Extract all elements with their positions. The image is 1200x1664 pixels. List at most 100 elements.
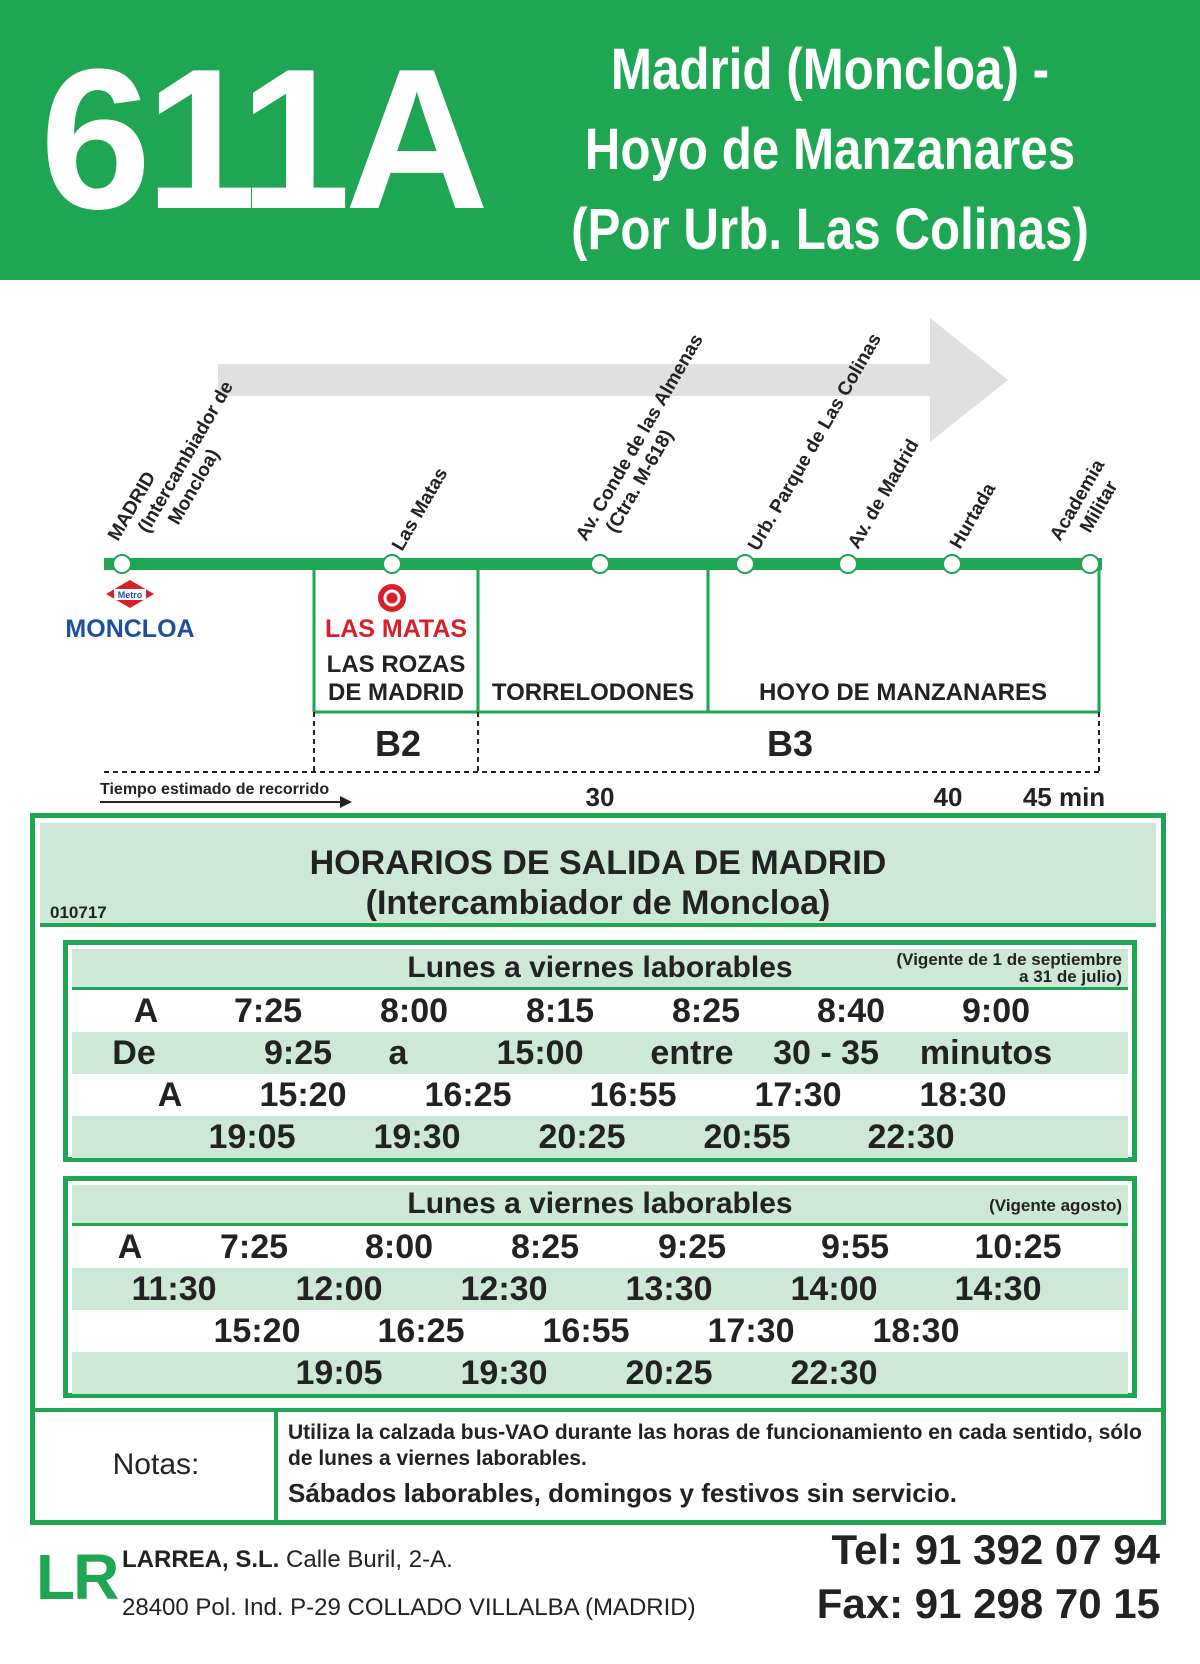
table-row: De 9:25 a 15:00 entre 30 - 35 minutos (72, 1032, 1128, 1074)
departure-time: 18:30 (872, 1312, 960, 1350)
route-diagram: MADRID (Intercambiador de Moncloa) Las M… (65, 318, 1131, 810)
time-40: 40 (934, 782, 963, 810)
validity-line-2: a 31 de julio) (1019, 967, 1122, 986)
route-title: Madrid (Moncloa) - Hoyo de Manzanares (P… (567, 30, 1094, 270)
route-number: 611A (40, 28, 489, 251)
fare-zone-b2: B2 (375, 723, 421, 764)
stop-label-conde-almenas: Av. Conde de las Almenas (Ctra. M-618) (572, 326, 729, 555)
moncloa-label: MONCLOA (65, 615, 194, 643)
schedule-title-line-1: HORARIOS DE SALIDA DE MADRID (309, 844, 887, 882)
frequency-text: minutos (919, 1034, 1053, 1072)
departure-time: 17:30 (707, 1312, 795, 1350)
row-prefix: De (112, 1034, 156, 1072)
departure-time: 20:55 (703, 1118, 791, 1156)
company-street: Calle Buril, 2-A. (286, 1546, 453, 1573)
fare-zone-b3: B3 (767, 723, 813, 764)
stop-dot-parque-colinas (735, 554, 755, 574)
cercanias-icon (378, 584, 406, 612)
table-row: 19:05 19:30 20:25 22:30 (72, 1352, 1128, 1394)
departure-time: 17:30 (754, 1076, 842, 1114)
table-row: 11:30 12:00 12:30 13:30 14:00 14:30 (72, 1268, 1128, 1310)
table-row: A 7:25 8:00 8:25 9:25 9:55 10:25 (72, 1226, 1128, 1268)
departure-time: 8:15 (525, 992, 595, 1030)
departure-time: 9:25 (657, 1228, 727, 1266)
departure-time: 22:30 (867, 1118, 955, 1156)
time-30: 30 (586, 782, 615, 810)
departure-time: 16:55 (542, 1312, 630, 1350)
departure-time: 19:30 (460, 1354, 548, 1392)
timetable-august-validity: (Vigente agosto) (989, 1196, 1122, 1215)
departure-time: 8:25 (510, 1228, 580, 1266)
route-title-line-2: Hoyo de Manzanares (584, 117, 1076, 182)
schedule-header: HORARIOS DE SALIDA DE MADRID (Intercambi… (40, 823, 1156, 927)
departure-time: 9:55 (820, 1228, 890, 1266)
departure-time: 16:25 (424, 1076, 512, 1114)
stop-label-academia: Academia Militar (1046, 452, 1131, 556)
stop-label-av-madrid: Av. de Madrid (844, 436, 923, 553)
cercanias-label: LAS MATAS (325, 615, 467, 643)
stop-dot-las-matas (382, 554, 402, 574)
stop-dot-academia (1080, 554, 1100, 574)
departure-time: 8:00 (379, 992, 449, 1030)
departure-time: 15:00 (496, 1034, 584, 1072)
departure-time: 9:25 (263, 1034, 333, 1072)
departure-time: 22:30 (790, 1354, 878, 1392)
notes-section: Notas: Utiliza la calzada bus-VAO durant… (30, 1412, 1166, 1525)
departure-time: 14:30 (954, 1270, 1042, 1308)
timetable-regular: Lunes a viernes laborables (Vigente de 1… (63, 940, 1137, 1162)
table-row: 19:05 19:30 20:25 20:55 22:30 (72, 1116, 1128, 1158)
zone-hoyo: HOYO DE MANZANARES (759, 679, 1047, 706)
time-arrow-head (340, 796, 352, 808)
timetable-august-header: Lunes a viernes laborables (Vigente agos… (72, 1185, 1128, 1226)
note-bus-vao: Utiliza la calzada bus-VAO durante las h… (288, 1421, 1142, 1470)
row-prefix: A (133, 992, 159, 1030)
frequency-text: entre (650, 1034, 734, 1072)
departure-time: 9:00 (961, 992, 1031, 1030)
stop-dot-hurtada (942, 554, 962, 574)
departure-time: 15:20 (213, 1312, 301, 1350)
time-label: Tiempo estimado de recorrido (100, 781, 329, 798)
table-row: A 15:20 16:25 16:55 17:30 18:30 (72, 1074, 1128, 1116)
notes-label-box: Notas: (38, 1412, 278, 1520)
departure-time: 15:20 (259, 1076, 347, 1114)
departure-time: 13:30 (625, 1270, 713, 1308)
zone-torrelodones: TORRELODONES (492, 679, 694, 706)
fax: Fax: 91 298 70 15 (816, 1580, 1160, 1627)
row-prefix: A (157, 1076, 183, 1114)
frequency-text: a (388, 1034, 408, 1072)
departure-time: 12:30 (460, 1270, 548, 1308)
zone-las-rozas-line1: LAS ROZAS (327, 651, 466, 678)
time-45: 45 min (1023, 782, 1105, 810)
departure-time: 19:30 (373, 1118, 461, 1156)
departure-time: 8:25 (671, 992, 741, 1030)
departure-time: 16:25 (377, 1312, 465, 1350)
timetable-regular-header: Lunes a viernes laborables (Vigente de 1… (72, 949, 1128, 990)
departure-time: 16:55 (589, 1076, 677, 1114)
company-name: LARREA, S.L. (122, 1546, 280, 1573)
header-banner: 611A Madrid (Moncloa) - Hoyo de Manzanar… (0, 0, 1200, 280)
schedule-title-line-2: (Intercambiador de Moncloa) (365, 884, 831, 922)
stop-dot-conde-almenas (590, 554, 610, 574)
departure-time: 19:05 (295, 1354, 383, 1392)
schedule-title: HORARIOS DE SALIDA DE MADRID (Intercambi… (40, 843, 1156, 923)
departure-time: 7:25 (233, 992, 303, 1030)
svg-text:Metro: Metro (118, 590, 143, 600)
table-row: 15:20 16:25 16:55 17:30 18:30 (72, 1310, 1128, 1352)
departure-time: 10:25 (974, 1228, 1062, 1266)
timetable-august: Lunes a viernes laborables (Vigente agos… (63, 1176, 1137, 1398)
validity-line-1: (Vigente de 1 de septiembre (896, 950, 1122, 969)
company-address-line-2: 28400 Pol. Ind. P-29 COLLADO VILLALBA (M… (122, 1594, 696, 1621)
frequency-text: 30 - 35 (773, 1034, 879, 1072)
schedule-code: 010717 (50, 903, 107, 922)
departure-time: 18:30 (919, 1076, 1007, 1114)
departure-time: 12:00 (295, 1270, 383, 1308)
departure-time: 8:40 (816, 992, 886, 1030)
company-address-line-1: LARREA, S.L. Calle Buril, 2-A. (122, 1546, 453, 1574)
notes-label: Notas: (112, 1448, 200, 1481)
zone-las-rozas-line2: DE MADRID (328, 679, 464, 706)
stop-dot-madrid (112, 554, 132, 574)
departure-time: 20:25 (625, 1354, 713, 1392)
telephone: Tel: 91 392 07 94 (831, 1526, 1160, 1573)
stop-dot-av-madrid (838, 554, 858, 574)
timetable-august-day: Lunes a viernes laborables (407, 1187, 793, 1220)
